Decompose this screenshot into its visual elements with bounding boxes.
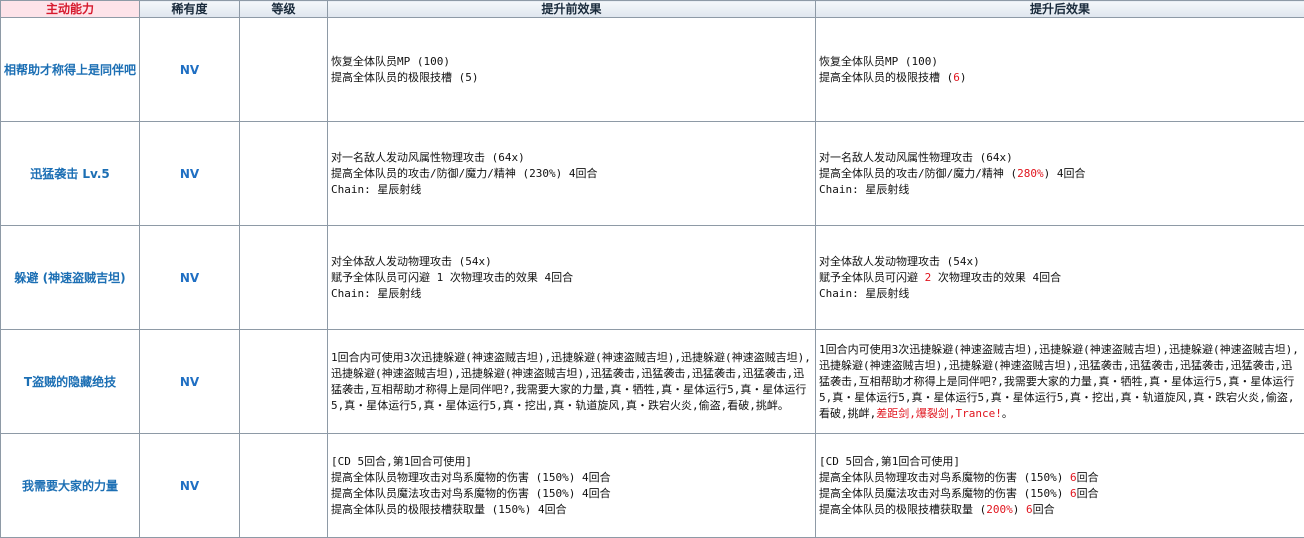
effect-text: 恢复全体队员MP (100) (819, 54, 938, 68)
effect-text: 。 (1001, 406, 1013, 420)
effect-line: 提高全体队员魔法攻击对鸟系魔物的伤害 (150%) 4回合 (331, 486, 611, 500)
before-effect: 对全体敌人发动物理攻击 (54x) 赋予全体队员可闪避 1 次物理攻击的效果 4回… (327, 225, 816, 330)
effect-text: ) 4回合 (1043, 166, 1086, 180)
effect-text: 提高全体队员的极限技槽 ( (819, 70, 954, 84)
rarity-value: NV (139, 17, 240, 122)
effect-text: 提高全体队员物理攻击对鸟系魔物的伤害 (150%) (819, 470, 1070, 484)
header-before-effect: 提升前效果 (327, 0, 816, 18)
effect-line: 恢复全体队员MP (100) (331, 54, 450, 68)
effect-line: 提高全体队员的极限技槽获取量 (150%) 4回合 (331, 502, 567, 516)
rarity-value: NV (139, 121, 240, 226)
before-effect: [CD 5回合,第1回合可使用] 提高全体队员物理攻击对鸟系魔物的伤害 (150%… (327, 433, 816, 538)
rarity-value: NV (139, 225, 240, 330)
after-effect: [CD 5回合,第1回合可使用] 提高全体队员物理攻击对鸟系魔物的伤害 (150%… (815, 433, 1304, 538)
effect-text: 回合 (1032, 502, 1055, 516)
effect-text: 赋予全体队员可闪避 (819, 270, 925, 284)
effect-text: 回合 (1076, 486, 1099, 500)
effect-line: 1回合内可使用3次迅捷躲避(神速盗贼吉坦),迅捷躲避(神速盗贼吉坦),迅捷躲避(… (331, 350, 811, 412)
highlighted-change: 6 (1069, 486, 1077, 500)
table-row: 我需要大家的力量 NV [CD 5回合,第1回合可使用] 提高全体队员物理攻击对鸟… (0, 433, 1304, 538)
effect-line: 提高全体队员物理攻击对鸟系魔物的伤害 (150%) 6回合 (819, 470, 1302, 486)
level-value (239, 17, 328, 122)
skill-table: 主动能力 稀有度 等级 提升前效果 提升后效果 相帮助才称得上是同伴吧 NV 恢… (0, 0, 1304, 538)
level-value (239, 225, 328, 330)
effect-line: 提高全体队员的极限技槽获取量 (200%) 6回合 (819, 502, 1302, 518)
rarity-value: NV (139, 433, 240, 538)
effect-line: 恢复全体队员MP (100) (819, 54, 1302, 70)
effect-line: 提高全体队员物理攻击对鸟系魔物的伤害 (150%) 4回合 (331, 470, 611, 484)
effect-line: 赋予全体队员可闪避 2 次物理攻击的效果 4回合 (819, 270, 1302, 286)
effect-line: [CD 5回合,第1回合可使用] (331, 454, 472, 468)
effect-text: 对一名敌人发动风属性物理攻击 (64x) (819, 150, 1013, 164)
after-effect: 对全体敌人发动物理攻击 (54x) 赋予全体队员可闪避 2 次物理攻击的效果 4回… (815, 225, 1304, 330)
highlighted-change: 6 (1069, 470, 1077, 484)
after-effect: 恢复全体队员MP (100) 提高全体队员的极限技槽 (6) (815, 17, 1304, 122)
effect-line: 提高全体队员的极限技槽 (5) (331, 70, 479, 84)
after-effect: 对一名敌人发动风属性物理攻击 (64x) 提高全体队员的攻击/防御/魔力/精神 (… (815, 121, 1304, 226)
header-rarity: 稀有度 (139, 0, 240, 18)
effect-line: Chain: 星辰射线 (331, 286, 422, 300)
effect-line: 提高全体队员的攻击/防御/魔力/精神 (230%) 4回合 (331, 166, 598, 180)
table-row: T盗贼的隐藏绝技 NV 1回合内可使用3次迅捷躲避(神速盗贼吉坦),迅捷躲避(神… (0, 329, 1304, 434)
effect-text: 回合 (1076, 470, 1099, 484)
highlighted-change: 差距剑,爆裂剑,Trance! (876, 406, 1002, 420)
effect-text: 对全体敌人发动物理攻击 (54x) (819, 254, 980, 268)
effect-text: Chain: 星辰射线 (819, 182, 910, 196)
effect-line: Chain: 星辰射线 (819, 182, 1302, 198)
effect-text: [CD 5回合,第1回合可使用] (819, 454, 960, 468)
before-effect: 恢复全体队员MP (100) 提高全体队员的极限技槽 (5) (327, 17, 816, 122)
skill-name: 相帮助才称得上是同伴吧 (0, 17, 140, 122)
effect-text: ) (959, 70, 967, 84)
level-value (239, 121, 328, 226)
table-row: 迅猛袭击 Lv.5 NV 对一名敌人发动风属性物理攻击 (64x) 提高全体队员的… (0, 121, 1304, 226)
skill-name: 迅猛袭击 Lv.5 (0, 121, 140, 226)
header-level: 等级 (239, 0, 328, 18)
highlighted-change: 6 (1026, 502, 1033, 516)
highlighted-change: 6 (953, 70, 960, 84)
header-after-effect: 提升后效果 (815, 0, 1304, 18)
effect-text: 提高全体队员的极限技槽获取量 ( (819, 502, 987, 516)
before-effect: 1回合内可使用3次迅捷躲避(神速盗贼吉坦),迅捷躲避(神速盗贼吉坦),迅捷躲避(… (327, 329, 816, 434)
level-value (239, 433, 328, 538)
skill-name: 我需要大家的力量 (0, 433, 140, 538)
effect-line: 赋予全体队员可闪避 1 次物理攻击的效果 4回合 (331, 270, 574, 284)
highlighted-change: 280% (1017, 166, 1044, 180)
level-value (239, 329, 328, 434)
after-effect: 1回合内可使用3次迅捷躲避(神速盗贼吉坦),迅捷躲避(神速盗贼吉坦),迅捷躲避(… (815, 329, 1304, 434)
effect-line: 对全体敌人发动物理攻击 (54x) (331, 254, 492, 268)
skill-name: T盗贼的隐藏绝技 (0, 329, 140, 434)
effect-line: 提高全体队员的攻击/防御/魔力/精神 (280%) 4回合 (819, 166, 1302, 182)
effect-line: 1回合内可使用3次迅捷躲避(神速盗贼吉坦),迅捷躲避(神速盗贼吉坦),迅捷躲避(… (819, 342, 1302, 422)
rarity-value: NV (139, 329, 240, 434)
effect-line: Chain: 星辰射线 (331, 182, 422, 196)
effect-text: 提高全体队员的攻击/防御/魔力/精神 ( (819, 166, 1018, 180)
effect-text: ) (1012, 502, 1026, 516)
effect-line: 对一名敌人发动风属性物理攻击 (64x) (331, 150, 525, 164)
before-effect: 对一名敌人发动风属性物理攻击 (64x) 提高全体队员的攻击/防御/魔力/精神 (… (327, 121, 816, 226)
effect-line: Chain: 星辰射线 (819, 286, 1302, 302)
highlighted-change: 200% (986, 502, 1013, 516)
header-active-ability: 主动能力 (0, 0, 140, 18)
effect-line: 提高全体队员的极限技槽 (6) (819, 70, 1302, 86)
effect-text: 次物理攻击的效果 4回合 (931, 270, 1062, 284)
effect-text: Chain: 星辰射线 (819, 286, 910, 300)
effect-line: [CD 5回合,第1回合可使用] (819, 454, 1302, 470)
table-row: 躲避 (神速盗贼吉坦) NV 对全体敌人发动物理攻击 (54x) 赋予全体队员可闪… (0, 225, 1304, 330)
skill-name: 躲避 (神速盗贼吉坦) (0, 225, 140, 330)
effect-line: 提高全体队员魔法攻击对鸟系魔物的伤害 (150%) 6回合 (819, 486, 1302, 502)
effect-line: 对全体敌人发动物理攻击 (54x) (819, 254, 1302, 270)
effect-line: 对一名敌人发动风属性物理攻击 (64x) (819, 150, 1302, 166)
effect-text: 提高全体队员魔法攻击对鸟系魔物的伤害 (150%) (819, 486, 1070, 500)
header-row: 主动能力 稀有度 等级 提升前效果 提升后效果 (0, 0, 1304, 18)
table-row: 相帮助才称得上是同伴吧 NV 恢复全体队员MP (100) 提高全体队员的极限技槽… (0, 17, 1304, 122)
